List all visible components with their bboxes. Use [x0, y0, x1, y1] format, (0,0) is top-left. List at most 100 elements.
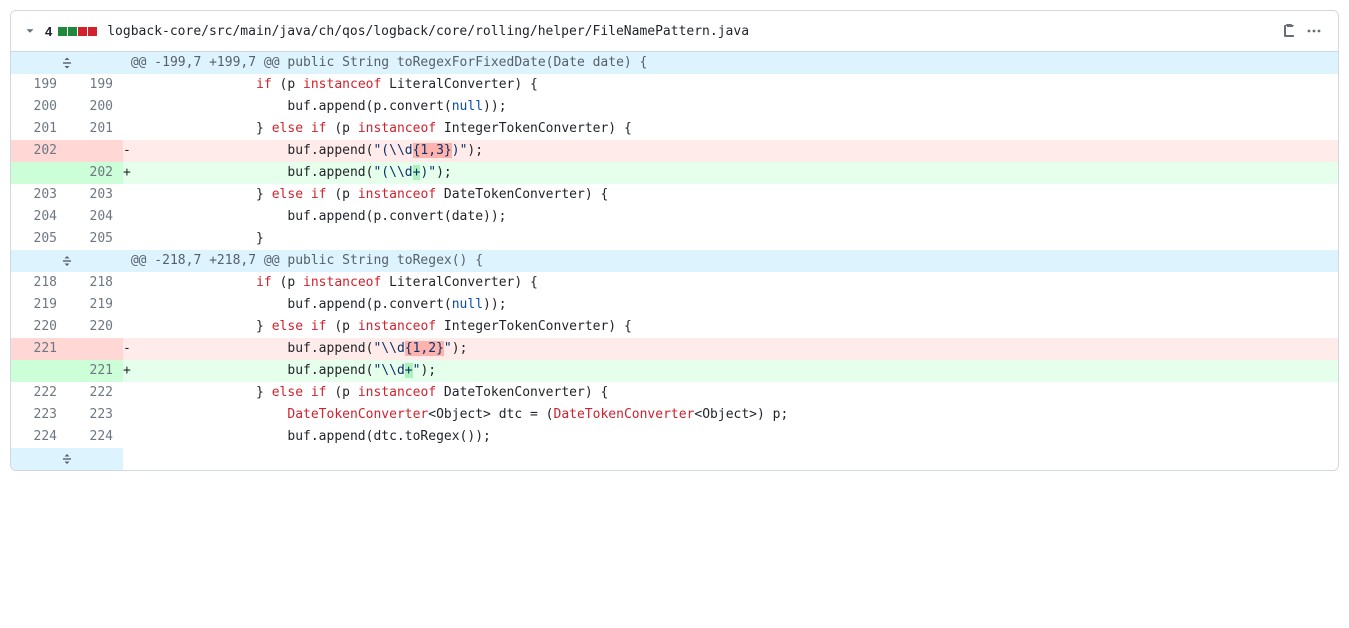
diffstat-del-block	[88, 27, 97, 36]
new-line-number[interactable]: 200	[67, 96, 123, 118]
old-line-number[interactable]: 219	[11, 294, 67, 316]
diff-file: 4 logback-core/src/main/java/ch/qos/logb…	[10, 10, 1339, 471]
new-line-number[interactable]: 199	[67, 74, 123, 96]
diff-marker: -	[123, 338, 131, 360]
file-actions-menu[interactable]	[1302, 19, 1326, 43]
code-content: buf.append(p.convert(null));	[131, 294, 1338, 316]
diff-marker: -	[123, 140, 131, 162]
code-row: 204204 buf.append(p.convert(date));	[11, 206, 1338, 228]
diff-marker	[123, 118, 131, 140]
code-row: 224224 buf.append(dtc.toRegex());	[11, 426, 1338, 448]
new-line-number[interactable]: 223	[67, 404, 123, 426]
hunk-header-text: @@ -218,7 +218,7 @@ public String toRege…	[131, 250, 1338, 272]
diff-marker: +	[123, 360, 131, 382]
diffstat-count: 4	[45, 24, 52, 39]
old-line-number[interactable]: 204	[11, 206, 67, 228]
code-content: if (p instanceof LiteralConverter) {	[131, 272, 1338, 294]
diff-marker	[123, 228, 131, 250]
code-content: } else if (p instanceof IntegerTokenConv…	[131, 118, 1338, 140]
chevron-down-icon	[23, 24, 37, 38]
code-row: 201201 } else if (p instanceof IntegerTo…	[11, 118, 1338, 140]
old-line-number[interactable]: 224	[11, 426, 67, 448]
hunk-header-text: @@ -199,7 +199,7 @@ public String toRege…	[131, 52, 1338, 74]
code-row: 200200 buf.append(p.convert(null));	[11, 96, 1338, 118]
diffstat-del-block	[78, 27, 87, 36]
diff-marker	[123, 74, 131, 96]
diffstat-add-block	[68, 27, 77, 36]
new-line-number[interactable]	[67, 140, 123, 162]
diff-marker	[123, 184, 131, 206]
diff-marker	[123, 294, 131, 316]
code-row: 221 - buf.append("\\d{1,2}");	[11, 338, 1338, 360]
code-content: buf.append("\\d{1,2}");	[131, 338, 1338, 360]
old-line-number[interactable]: 218	[11, 272, 67, 294]
code-content: buf.append("(\\d+)");	[131, 162, 1338, 184]
expand-below-button[interactable]	[11, 448, 123, 470]
code-row: 222222 } else if (p instanceof DateToken…	[11, 382, 1338, 404]
code-content: } else if (p instanceof DateTokenConvert…	[131, 184, 1338, 206]
new-line-number[interactable]	[67, 338, 123, 360]
hunk-marker	[123, 250, 131, 272]
diffstat-blocks	[58, 27, 97, 36]
new-line-number[interactable]: 205	[67, 228, 123, 250]
old-line-number[interactable]: 222	[11, 382, 67, 404]
old-line-number[interactable]: 205	[11, 228, 67, 250]
expand-updown-icon	[59, 55, 75, 71]
kebab-icon	[1306, 23, 1322, 39]
code-content: buf.append("\\d+");	[131, 360, 1338, 382]
diff-marker: +	[123, 162, 131, 184]
old-line-number[interactable]	[11, 162, 67, 184]
old-line-number[interactable]: 220	[11, 316, 67, 338]
new-line-number[interactable]: 219	[67, 294, 123, 316]
expand-hunk-button[interactable]	[11, 52, 123, 74]
new-line-number[interactable]: 201	[67, 118, 123, 140]
code-content: } else if (p instanceof DateTokenConvert…	[131, 382, 1338, 404]
diff-table: @@ -199,7 +199,7 @@ public String toRege…	[11, 52, 1338, 470]
new-line-number[interactable]: 224	[67, 426, 123, 448]
new-line-number[interactable]: 218	[67, 272, 123, 294]
expand-hunk-button[interactable]	[11, 250, 123, 272]
old-line-number[interactable]: 201	[11, 118, 67, 140]
old-line-number[interactable]: 200	[11, 96, 67, 118]
diff-marker	[123, 426, 131, 448]
expand-below-row	[11, 448, 1338, 470]
old-line-number[interactable]: 203	[11, 184, 67, 206]
diff-marker	[123, 96, 131, 118]
hunk-header-row: @@ -199,7 +199,7 @@ public String toRege…	[11, 52, 1338, 74]
diff-marker	[123, 316, 131, 338]
code-content: buf.append("(\\d{1,3})");	[131, 140, 1338, 162]
new-line-number[interactable]: 222	[67, 382, 123, 404]
code-content: buf.append(p.convert(date));	[131, 206, 1338, 228]
old-line-number[interactable]: 199	[11, 74, 67, 96]
old-line-number[interactable]: 202	[11, 140, 67, 162]
code-content: }	[131, 228, 1338, 250]
diff-marker	[123, 206, 131, 228]
code-content: DateTokenConverter<Object> dtc = (DateTo…	[131, 404, 1338, 426]
hunk-marker	[123, 52, 131, 74]
new-line-number[interactable]: 220	[67, 316, 123, 338]
new-line-number[interactable]: 204	[67, 206, 123, 228]
code-row: 203203 } else if (p instanceof DateToken…	[11, 184, 1338, 206]
new-line-number[interactable]: 221	[67, 360, 123, 382]
code-row: 221+ buf.append("\\d+");	[11, 360, 1338, 382]
file-path-link[interactable]: logback-core/src/main/java/ch/qos/logbac…	[107, 24, 1272, 39]
new-line-number[interactable]: 203	[67, 184, 123, 206]
code-row: 220220 } else if (p instanceof IntegerTo…	[11, 316, 1338, 338]
code-row: 202 - buf.append("(\\d{1,3})");	[11, 140, 1338, 162]
old-line-number[interactable]	[11, 360, 67, 382]
code-row: 202+ buf.append("(\\d+)");	[11, 162, 1338, 184]
collapse-toggle[interactable]	[23, 24, 37, 38]
old-line-number[interactable]: 221	[11, 338, 67, 360]
copy-path-button[interactable]	[1278, 19, 1302, 43]
expand-mid-icon	[59, 253, 75, 269]
hunk-header-row: @@ -218,7 +218,7 @@ public String toRege…	[11, 250, 1338, 272]
code-content: } else if (p instanceof IntegerTokenConv…	[131, 316, 1338, 338]
code-content: if (p instanceof LiteralConverter) {	[131, 74, 1338, 96]
new-line-number[interactable]: 202	[67, 162, 123, 184]
expand-down-icon	[59, 451, 75, 467]
code-row: 205205 }	[11, 228, 1338, 250]
file-header: 4 logback-core/src/main/java/ch/qos/logb…	[11, 11, 1338, 52]
diffstat-add-block	[58, 27, 67, 36]
old-line-number[interactable]: 223	[11, 404, 67, 426]
diff-marker	[123, 382, 131, 404]
